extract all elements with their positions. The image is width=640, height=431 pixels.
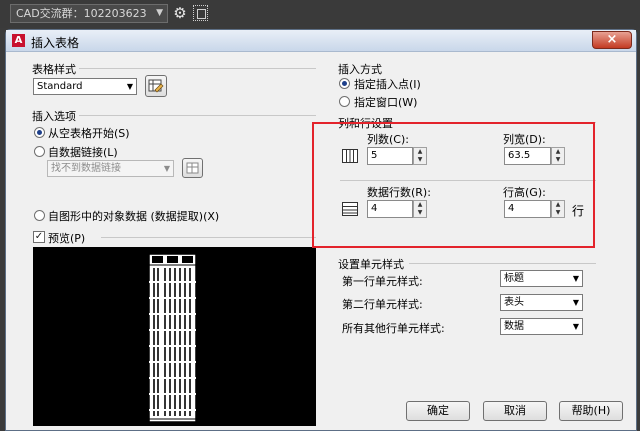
table-style-select[interactable]: Standard ▼ <box>33 78 137 95</box>
divider <box>79 115 316 116</box>
cancel-button[interactable]: 取消 <box>483 401 547 421</box>
dialog-client: 表格样式 Standard ▼ 插入选项 从空表格开始(S) 自数据链接(L) … <box>6 52 636 430</box>
title-bar: A 插入表格 × <box>6 30 636 52</box>
row2-style-label: 第二行单元样式: <box>342 298 423 311</box>
chevron-down-icon: ▼ <box>163 164 170 173</box>
data-link-select[interactable]: 找不到数据链接 ▼ <box>47 160 174 177</box>
maximize-grip-icon[interactable] <box>193 5 208 21</box>
radio-insert-point[interactable] <box>339 78 350 89</box>
table-edit-icon <box>148 79 164 93</box>
highlight-box <box>312 122 595 248</box>
row1-style-select[interactable]: 标题 ▼ <box>500 270 583 287</box>
row2-style-value: 表头 <box>504 297 524 308</box>
chevron-down-icon: ▼ <box>572 322 579 331</box>
radio-insert-window-label[interactable]: 指定窗口(W) <box>354 94 417 110</box>
insert-mode-label: 插入方式 <box>338 63 382 76</box>
radio-data-link-label[interactable]: 自数据链接(L) <box>48 144 118 160</box>
radio-empty-table-label[interactable]: 从空表格开始(S) <box>48 125 130 141</box>
chevron-down-icon: ▼ <box>572 298 579 307</box>
row1-style-label: 第一行单元样式: <box>342 275 423 288</box>
table-preview <box>33 247 316 426</box>
data-link-value: 找不到数据链接 <box>51 163 121 174</box>
radio-object-data-label[interactable]: 自图形中的对象数据 (数据提取)(X) <box>48 208 219 224</box>
divider <box>409 263 596 264</box>
insert-options-label: 插入选项 <box>32 110 76 123</box>
table-style-value: Standard <box>37 81 83 92</box>
radio-empty-table[interactable] <box>34 127 45 138</box>
group-info-combo[interactable]: CAD交流群：102203623 ▼ <box>10 4 168 23</box>
divider <box>79 68 316 69</box>
preview-table-graphic <box>148 253 197 423</box>
preview-checkbox[interactable]: ✓ <box>33 231 45 243</box>
insert-table-dialog: A 插入表格 × 表格样式 Standard ▼ 插入选项 从空表格开始(S) … <box>5 29 637 431</box>
preview-label[interactable]: 预览(P) <box>48 230 85 246</box>
radio-insert-point-label[interactable]: 指定插入点(I) <box>354 76 421 92</box>
radio-object-data[interactable] <box>34 210 45 221</box>
dialog-title: 插入表格 <box>31 36 80 50</box>
chevron-down-icon: ▼ <box>126 82 133 91</box>
group-info-text: CAD交流群：102203623 <box>16 7 147 20</box>
chevron-down-icon: ▼ <box>156 8 163 18</box>
autocad-logo-icon: A <box>12 34 25 47</box>
chevron-down-icon: ▼ <box>572 274 579 283</box>
gear-icon[interactable]: ⚙ <box>172 5 188 21</box>
table-style-label: 表格样式 <box>32 63 76 76</box>
table-style-dialog-button[interactable] <box>145 75 167 97</box>
link-table-icon <box>186 162 198 174</box>
row1-style-value: 标题 <box>504 273 524 284</box>
divider <box>101 237 316 238</box>
help-button[interactable]: 帮助(H) <box>559 401 623 421</box>
radio-data-link[interactable] <box>34 146 45 157</box>
rest-style-select[interactable]: 数据 ▼ <box>500 318 583 335</box>
rest-style-value: 数据 <box>504 321 524 332</box>
rest-style-label: 所有其他行单元样式: <box>342 322 445 335</box>
ok-button[interactable]: 确定 <box>406 401 470 421</box>
row2-style-select[interactable]: 表头 ▼ <box>500 294 583 311</box>
data-link-manager-button[interactable] <box>182 158 203 178</box>
radio-insert-window[interactable] <box>339 96 350 107</box>
cell-styles-label: 设置单元样式 <box>338 258 404 271</box>
preview-table-lines <box>148 253 197 423</box>
close-button[interactable]: × <box>592 31 632 49</box>
